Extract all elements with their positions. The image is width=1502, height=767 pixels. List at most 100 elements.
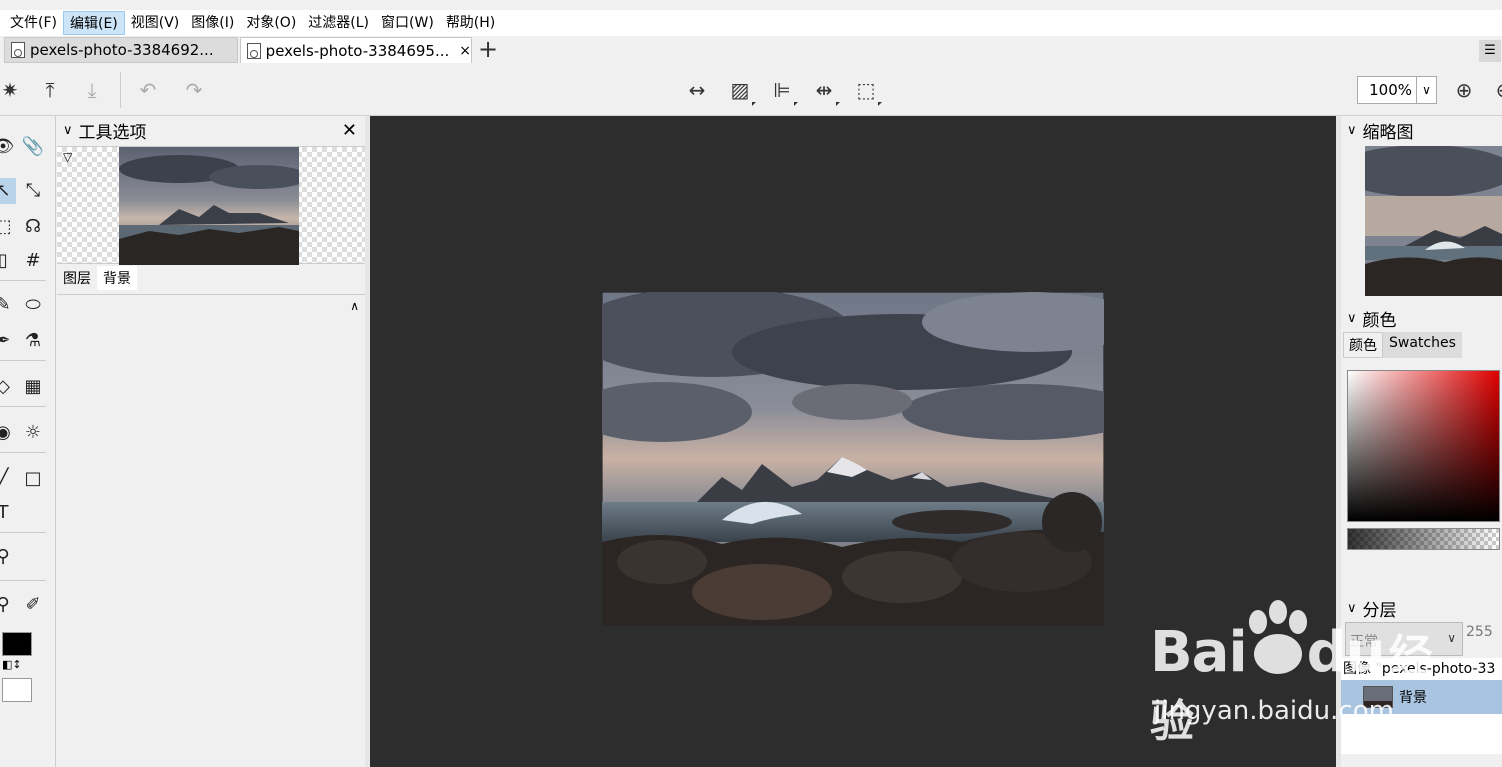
opacity-value[interactable]: 255 bbox=[1466, 624, 1493, 640]
eyedropper-icon[interactable]: ✐ bbox=[20, 592, 46, 618]
import-icon[interactable]: ⤓ bbox=[78, 76, 106, 104]
zoom-in-icon[interactable]: ⊕ bbox=[1450, 76, 1478, 104]
rectangle-tool-icon[interactable]: □ bbox=[20, 466, 46, 492]
document-icon bbox=[247, 42, 261, 59]
swap-colors-icon[interactable]: ◧↕ bbox=[2, 658, 22, 671]
line-tool-icon[interactable]: ╱ bbox=[0, 466, 16, 492]
lasso-select-icon[interactable]: ☊ bbox=[20, 214, 46, 240]
document-tab-label: pexels-photo-3384695... bbox=[265, 41, 450, 60]
undo-icon[interactable]: ↶ bbox=[134, 76, 162, 104]
menu-window[interactable]: 窗口(W) bbox=[375, 11, 440, 35]
layers-empty-area bbox=[1341, 714, 1502, 754]
foreground-color-swatch[interactable] bbox=[2, 632, 32, 656]
rect-select-icon[interactable]: ⬚ bbox=[0, 214, 16, 240]
image-row[interactable]: 图像 "pexels-photo-33 bbox=[1341, 658, 1502, 680]
chevron-down-icon[interactable]: ∨ bbox=[1416, 77, 1436, 103]
menu-help[interactable]: 帮助(H) bbox=[440, 11, 501, 35]
menu-file[interactable]: 文件(F) bbox=[4, 11, 63, 35]
color-header: ∨ 颜色 bbox=[1341, 304, 1502, 332]
document-tab-2[interactable]: pexels-photo-3384695... × bbox=[240, 37, 472, 63]
crop-icon[interactable]: ▯ bbox=[0, 248, 16, 274]
menu-edit[interactable]: 编辑(E) bbox=[62, 11, 125, 35]
tab-background[interactable]: 背景 bbox=[97, 266, 137, 290]
document-tab-1[interactable]: pexels-photo-3384692... bbox=[4, 37, 238, 63]
layer-row-background[interactable]: 背景 bbox=[1341, 680, 1502, 714]
layers-title: 分层 bbox=[1362, 600, 1397, 621]
align-left-icon[interactable]: ⊫ bbox=[768, 76, 796, 104]
menu-object[interactable]: 对象(O) bbox=[240, 11, 302, 35]
distribute-icon[interactable]: ⇹ bbox=[810, 76, 838, 104]
fill-icon[interactable]: ◇ bbox=[0, 374, 16, 400]
tool-options-title: 工具选项 bbox=[78, 122, 147, 143]
export-icon[interactable]: ⤒ bbox=[36, 76, 64, 104]
tab-swatches[interactable]: Swatches bbox=[1383, 332, 1462, 358]
zoom-level-value: 100% bbox=[1369, 81, 1412, 99]
background-color-swatch[interactable] bbox=[2, 678, 32, 702]
layers-panel: ∨ 分层 正常 ∨ 255 图像 "pexels-photo-33 背景 bbox=[1341, 594, 1502, 767]
menu-bar: 文件(F) 编辑(E) 视图(V) 图像(I) 对象(O) 过滤器(L) 窗口(… bbox=[0, 10, 1502, 36]
canvas-size-icon[interactable]: ⬚ bbox=[852, 76, 880, 104]
new-document-icon[interactable]: ✷ bbox=[0, 76, 24, 104]
tool-options-header: ∨ 工具选项 ✕ bbox=[57, 116, 365, 144]
close-tab-icon[interactable]: × bbox=[459, 43, 471, 59]
tool-options-panel: ∨ 工具选项 ✕ ▽ 图层 背景 ∧ bbox=[57, 116, 365, 767]
gradient-icon[interactable]: ▦ bbox=[20, 374, 46, 400]
eye-icon[interactable]: 👁 bbox=[0, 134, 16, 160]
toolbar-separator bbox=[120, 72, 121, 108]
red-eye-icon[interactable]: ◉ bbox=[0, 420, 16, 446]
paperclip-icon[interactable]: 📎 bbox=[20, 134, 46, 160]
menu-view[interactable]: 视图(V) bbox=[125, 11, 186, 35]
alpha-slider[interactable] bbox=[1347, 528, 1500, 550]
panel-settings-icon[interactable]: ☰ bbox=[1479, 40, 1501, 62]
zoom-out-icon[interactable]: ⊖ bbox=[1490, 76, 1502, 104]
thumbnail-header: ∨ 缩略图 bbox=[1341, 116, 1502, 144]
stamp-icon[interactable]: ⚲ bbox=[0, 544, 16, 570]
chevron-down-icon[interactable]: ∨ bbox=[1347, 601, 1357, 616]
toolbox-separator bbox=[0, 532, 46, 533]
tab-color[interactable]: 颜色 bbox=[1343, 332, 1383, 358]
filter-icon[interactable]: ▽ bbox=[63, 150, 72, 164]
zoom-level-select[interactable]: 100% ∨ bbox=[1357, 76, 1437, 104]
color-tabs: 颜色 Swatches bbox=[1343, 332, 1502, 358]
toolbox-separator bbox=[0, 280, 46, 281]
chevron-down-icon[interactable]: ∨ bbox=[63, 123, 73, 138]
toolbox: 👁 📎 ↖ ⤡ ⬚ ☊ ▯ # ✎ ⬭ ✒ ⚗ ◇ ▦ ◉ ☼ ╱ □ T ⚲ … bbox=[0, 116, 56, 767]
flip-horizontal-icon[interactable]: ↔ bbox=[683, 76, 711, 104]
document-image[interactable] bbox=[602, 292, 1104, 626]
add-tab-icon[interactable]: + bbox=[476, 36, 500, 64]
thumbnail-panel: ∨ 缩略图 bbox=[1341, 116, 1502, 300]
grid-icon[interactable]: # bbox=[20, 248, 46, 274]
zoom-tool-icon[interactable]: ⚲ bbox=[0, 592, 16, 618]
spray-icon[interactable]: ⚗ bbox=[20, 328, 46, 354]
blend-mode-value: 正常 bbox=[1350, 634, 1378, 650]
color-panel: ∨ 颜色 颜色 Swatches bbox=[1341, 304, 1502, 588]
canvas-area[interactable] bbox=[370, 116, 1336, 767]
menu-filters[interactable]: 过滤器(L) bbox=[302, 11, 375, 35]
eraser-icon[interactable]: ⬭ bbox=[20, 292, 46, 318]
document-icon bbox=[11, 42, 25, 58]
color-picker-square[interactable] bbox=[1347, 370, 1500, 522]
move-tool-icon[interactable]: ↖ bbox=[0, 178, 16, 204]
layer-blend-icon[interactable]: ▨ bbox=[726, 76, 754, 104]
layer-preview bbox=[57, 146, 365, 265]
chevron-down-icon[interactable]: ∨ bbox=[1347, 311, 1357, 326]
close-panel-icon[interactable]: ✕ bbox=[342, 120, 357, 141]
document-tab-bar: pexels-photo-3384692... pexels-photo-338… bbox=[0, 36, 1502, 64]
brightness-icon[interactable]: ☼ bbox=[20, 420, 46, 446]
menu-image[interactable]: 图像(I) bbox=[185, 11, 240, 35]
brush-icon[interactable]: ✎ bbox=[0, 292, 16, 318]
tab-layers[interactable]: 图层 bbox=[57, 266, 97, 290]
chevron-down-icon[interactable]: ∨ bbox=[1447, 631, 1456, 645]
toolbox-separator bbox=[0, 406, 46, 407]
thumbnail-image[interactable] bbox=[1365, 146, 1502, 296]
layer-tabs: 图层 背景 bbox=[57, 266, 137, 290]
blend-mode-select[interactable]: 正常 ∨ bbox=[1345, 622, 1463, 656]
chevron-down-icon[interactable]: ∨ bbox=[1347, 123, 1357, 138]
redo-icon[interactable]: ↷ bbox=[180, 76, 208, 104]
toolbox-separator bbox=[0, 452, 46, 453]
transform-tool-icon[interactable]: ⤡ bbox=[20, 178, 46, 204]
pen-icon[interactable]: ✒ bbox=[0, 328, 16, 354]
text-tool-icon[interactable]: T bbox=[0, 500, 16, 526]
chevron-up-icon[interactable]: ∧ bbox=[350, 299, 359, 313]
main-toolbar: ✷ ⤒ ⤓ ↶ ↷ ↔ ▨ ⊫ ⇹ ⬚ 100% ∨ ⊕ ⊖ bbox=[0, 64, 1502, 116]
